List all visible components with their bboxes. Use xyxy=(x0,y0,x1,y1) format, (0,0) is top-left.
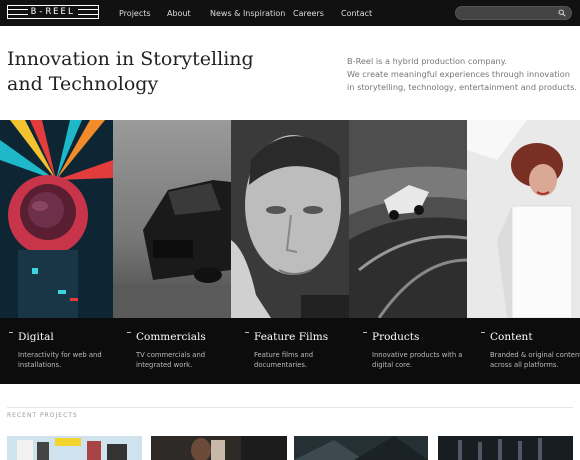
category-digital[interactable]: Digital Interactivity for web and instal… xyxy=(0,318,118,384)
project-image xyxy=(438,436,573,460)
recent-project-thumbnail-1[interactable] xyxy=(7,436,142,460)
feature-films-panel-image[interactable] xyxy=(231,120,349,318)
project-image xyxy=(294,436,428,460)
recent-projects-strip xyxy=(7,436,573,460)
products-panel-image[interactable] xyxy=(349,120,467,318)
recent-project-thumbnail-4[interactable] xyxy=(438,436,573,460)
category-title: Content xyxy=(490,331,533,343)
dash-icon xyxy=(9,332,13,333)
project-image xyxy=(7,436,142,460)
nav-projects[interactable]: Projects xyxy=(119,9,151,18)
digital-panel-image[interactable] xyxy=(0,120,113,318)
dash-icon xyxy=(481,332,485,333)
recent-projects-heading: RECENT PROJECTS xyxy=(7,412,78,419)
hero-desc-line-2: We create meaningful experiences through… xyxy=(347,69,578,92)
category-products[interactable]: Products Innovative products with a digi… xyxy=(354,318,472,384)
nav-contact[interactable]: Contact xyxy=(341,9,372,18)
search-input[interactable] xyxy=(464,7,560,19)
category-description: Branded & original content across all pl… xyxy=(490,351,580,369)
hero-title-line-2: and Technology xyxy=(7,73,159,95)
project-image xyxy=(151,436,287,460)
category-description: Feature films and documentaries. xyxy=(254,351,314,369)
race-track-photo xyxy=(349,120,467,318)
category-content[interactable]: Content Branded & original content acros… xyxy=(472,318,580,384)
dash-icon xyxy=(245,332,249,333)
content-panel-image[interactable] xyxy=(467,120,580,318)
category-caption-bar: Digital Interactivity for web and instal… xyxy=(0,318,580,384)
astronaut-illustration xyxy=(0,120,113,318)
portrait-photo xyxy=(231,120,349,318)
category-commercials[interactable]: Commercials TV commercials and integrate… xyxy=(118,318,236,384)
category-title: Feature Films xyxy=(254,331,329,343)
dash-icon xyxy=(363,332,367,333)
hero-title-line-1: Innovation in Storytelling xyxy=(7,48,254,70)
category-title: Products xyxy=(372,331,420,343)
car-photo xyxy=(113,120,231,318)
fashion-photo xyxy=(467,120,580,318)
category-title: Digital xyxy=(18,331,54,343)
hero-title: Innovation in Storytelling and Technolog… xyxy=(7,47,307,97)
dash-icon xyxy=(127,332,131,333)
b-reel-logo[interactable]: B-REEL xyxy=(7,5,99,19)
category-panels xyxy=(0,120,580,318)
category-description: Interactivity for web and installations. xyxy=(18,351,102,369)
recent-project-thumbnail-2[interactable] xyxy=(151,436,287,460)
nav-news-inspiration[interactable]: News & Inspiration xyxy=(210,9,285,18)
top-navigation-bar: B-REEL Projects About News & Inspiration… xyxy=(0,0,580,26)
search-icon[interactable] xyxy=(558,9,566,17)
hero-desc-line-1: B-Reel is a hybrid production company. xyxy=(347,56,508,66)
nav-about[interactable]: About xyxy=(167,9,191,18)
category-description: Innovative products with a digital core. xyxy=(372,351,463,369)
recent-project-thumbnail-3[interactable] xyxy=(294,436,428,460)
commercials-panel-image[interactable] xyxy=(113,120,231,318)
hero-description: B-Reel is a hybrid production company. W… xyxy=(347,55,577,94)
category-feature-films[interactable]: Feature Films Feature films and document… xyxy=(236,318,354,384)
nav-careers[interactable]: Careers xyxy=(293,9,324,18)
category-title: Commercials xyxy=(136,331,206,343)
category-description: TV commercials and integrated work. xyxy=(136,351,206,369)
search-box xyxy=(455,6,572,20)
section-divider xyxy=(7,407,573,408)
logo-text: B-REEL xyxy=(27,7,79,17)
